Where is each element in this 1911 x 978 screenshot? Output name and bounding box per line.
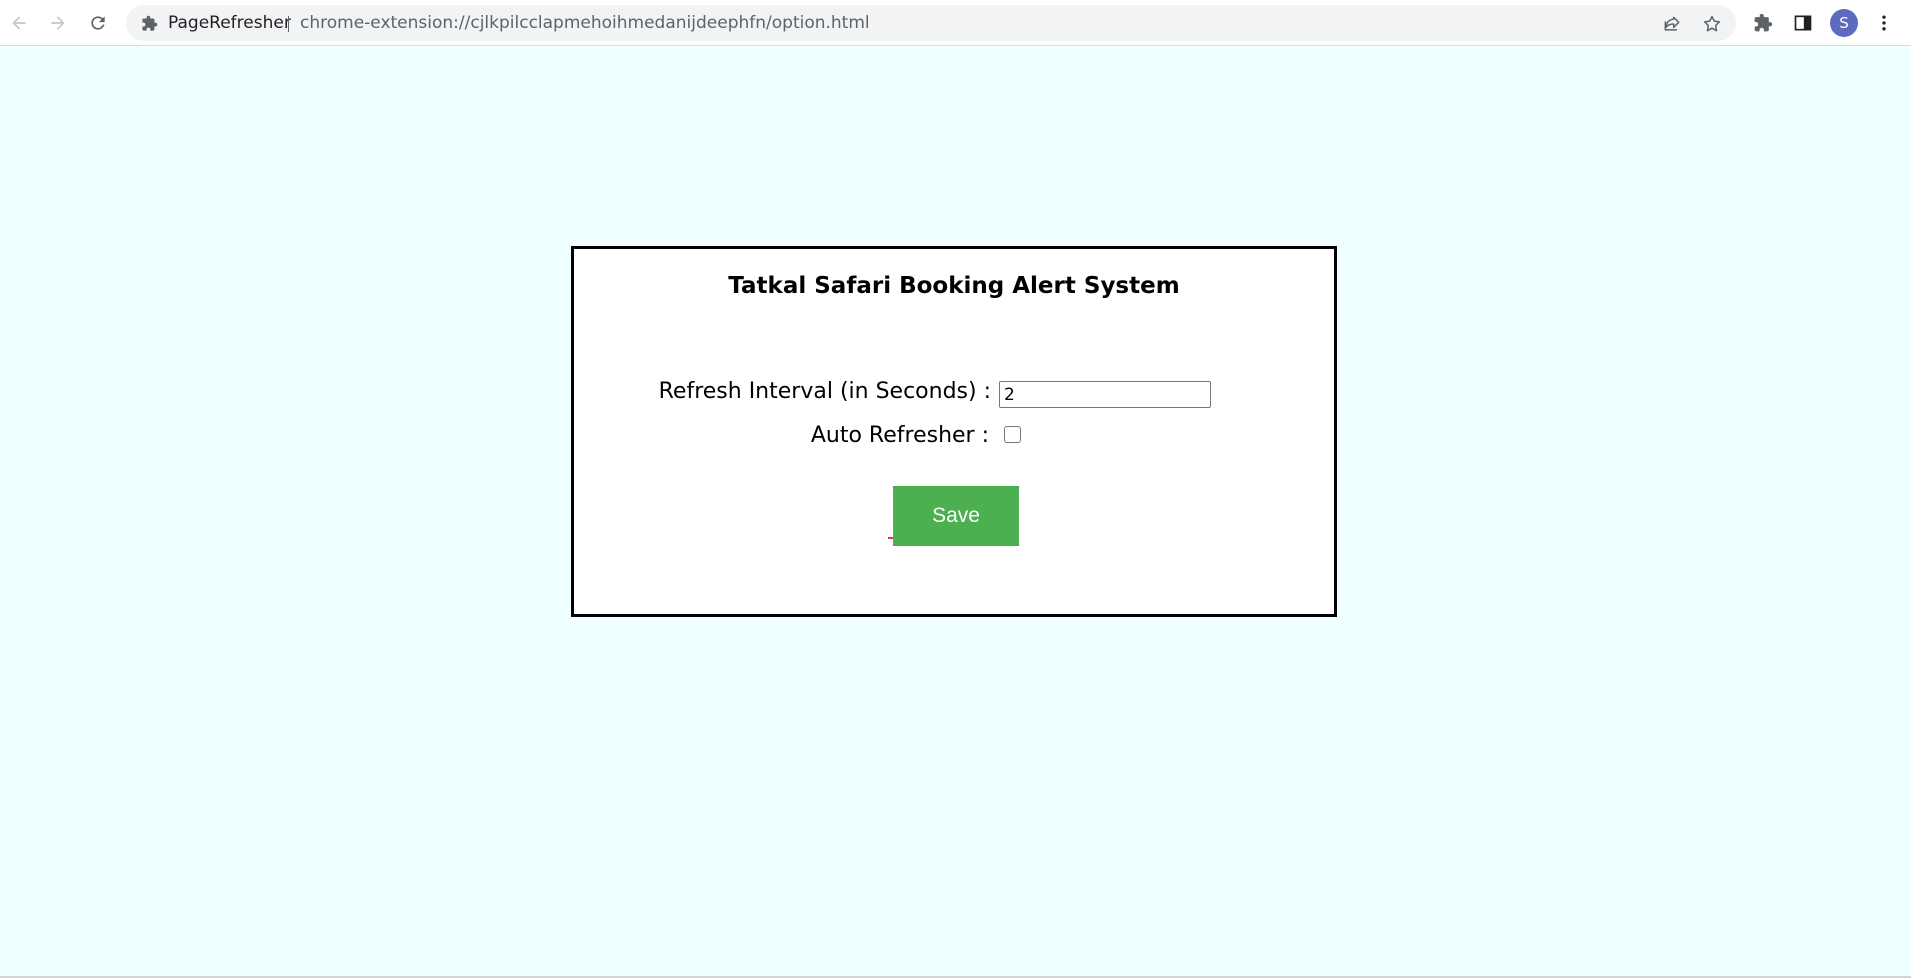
save-button[interactable]: Save — [893, 486, 1019, 546]
extensions-button[interactable] — [1750, 10, 1776, 36]
auto-refresher-checkbox[interactable] — [1004, 426, 1021, 443]
side-panel-icon — [1794, 15, 1812, 31]
forward-arrow-icon — [51, 16, 65, 30]
extension-puzzle-icon — [140, 14, 158, 32]
address-bar[interactable]: PageRefresher chrome-extension://cjlkpil… — [126, 5, 1736, 41]
kebab-menu-icon — [1882, 15, 1886, 31]
menu-button[interactable] — [1871, 10, 1897, 36]
forward-button[interactable] — [44, 9, 72, 37]
auto-refresher-label: Auto Refresher : — [810, 423, 989, 448]
bookmark-button[interactable] — [1700, 12, 1724, 36]
site-name: PageRefresher — [168, 13, 291, 33]
extensions-icon — [1754, 13, 1773, 32]
profile-avatar[interactable]: S — [1830, 9, 1858, 37]
back-button[interactable] — [5, 9, 33, 37]
share-icon — [1664, 16, 1680, 31]
reload-button[interactable] — [84, 9, 112, 37]
reload-icon — [91, 16, 105, 30]
side-panel-button[interactable] — [1790, 10, 1816, 36]
url-text[interactable]: chrome-extension://cjlkpilcclapmehoihmed… — [300, 5, 870, 41]
page-title: Tatkal Safari Booking Alert System — [728, 273, 1180, 299]
share-button[interactable] — [1660, 12, 1684, 36]
back-arrow-icon — [12, 16, 26, 30]
site-separator — [288, 16, 289, 32]
options-card: Tatkal Safari Booking Alert System Refre… — [571, 246, 1337, 617]
refresh-interval-input[interactable] — [999, 381, 1211, 408]
refresh-interval-label: Refresh Interval (in Seconds) : — [658, 379, 991, 404]
star-icon — [1703, 15, 1721, 32]
browser-toolbar: PageRefresher chrome-extension://cjlkpil… — [0, 0, 1911, 46]
